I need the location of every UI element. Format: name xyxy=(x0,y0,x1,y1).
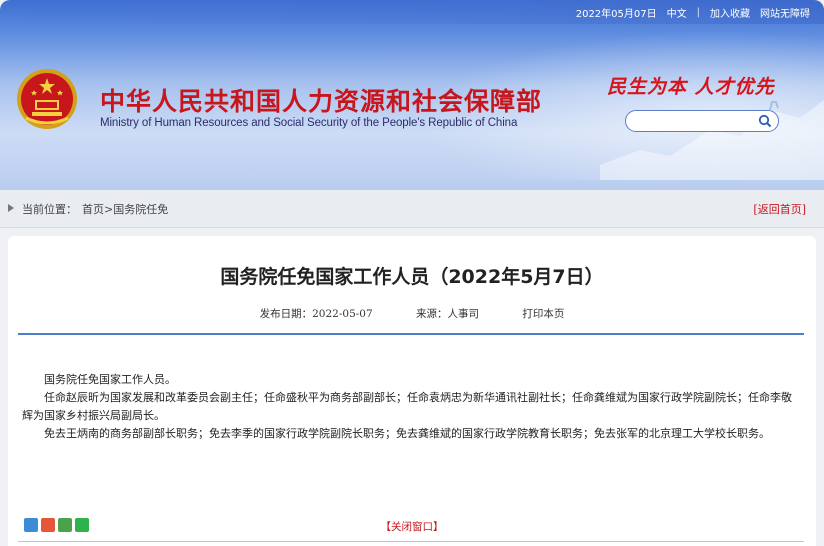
back-home-link[interactable]: [返回首页] xyxy=(753,201,806,217)
search-input[interactable] xyxy=(636,114,760,132)
language-link[interactable]: 中文 xyxy=(667,5,687,20)
article-source: 来源：人事司 xyxy=(416,308,480,320)
search-icon[interactable] xyxy=(758,114,772,128)
separator: | xyxy=(696,7,700,18)
current-date: 2022年05月07日 xyxy=(575,9,657,20)
breadcrumb-label: 当前位置： xyxy=(22,203,77,216)
site-title: 中华人民共和国人力资源和社会保障部 xyxy=(100,87,543,116)
paragraph: 免去王炳南的商务部副部长职务；免去李季的国家行政学院副院长职务；免去龚维斌的国家… xyxy=(44,427,770,440)
slogan: 民生为本 人才优先 xyxy=(607,76,775,98)
top-meta: 2022年05月07日 中文 | 加入收藏 网站无障碍 xyxy=(576,5,810,20)
bottom-divider xyxy=(18,541,804,542)
paragraph: 任命赵辰昕为国家发展和改革委员会副主任；任命盛秋平为商务部副部长；任命袁炳忠为新… xyxy=(22,391,792,422)
add-favorite-link[interactable]: 加入收藏 xyxy=(710,5,750,20)
publish-date: 发布日期：2022-05-07 xyxy=(259,308,373,320)
site-title-english: Ministry of Human Resources and Social S… xyxy=(100,117,518,129)
header-banner: 2022年05月07日 中文 | 加入收藏 网站无障碍 中华人民共和国人力资源和… xyxy=(0,0,824,190)
print-link[interactable]: 打印本页 xyxy=(522,308,564,320)
search-box xyxy=(625,110,779,132)
article-title: 国务院任免国家工作人员（2022年5月7日） xyxy=(220,266,604,288)
article-body: 国务院任免国家工作人员。 任命赵辰昕为国家发展和改革委员会副主任；任命盛秋平为商… xyxy=(22,371,802,443)
triangle-right-icon xyxy=(8,204,14,212)
title-divider xyxy=(18,333,804,335)
paragraph: 国务院任免国家工作人员。 xyxy=(44,373,176,386)
accessibility-link[interactable]: 网站无障碍 xyxy=(760,5,810,20)
close-window-link[interactable]: 【关闭窗口】 xyxy=(8,519,816,534)
article-meta: 发布日期：2022-05-07 来源：人事司 打印本页 xyxy=(8,306,816,321)
article-card: 国务院任免国家工作人员（2022年5月7日） 发布日期：2022-05-07 来… xyxy=(8,236,816,546)
breadcrumb-path[interactable]: 首页>国务院任免 xyxy=(82,201,168,217)
national-emblem-icon xyxy=(17,69,77,129)
breadcrumb: 当前位置： 首页>国务院任免 [返回首页] xyxy=(0,190,824,228)
